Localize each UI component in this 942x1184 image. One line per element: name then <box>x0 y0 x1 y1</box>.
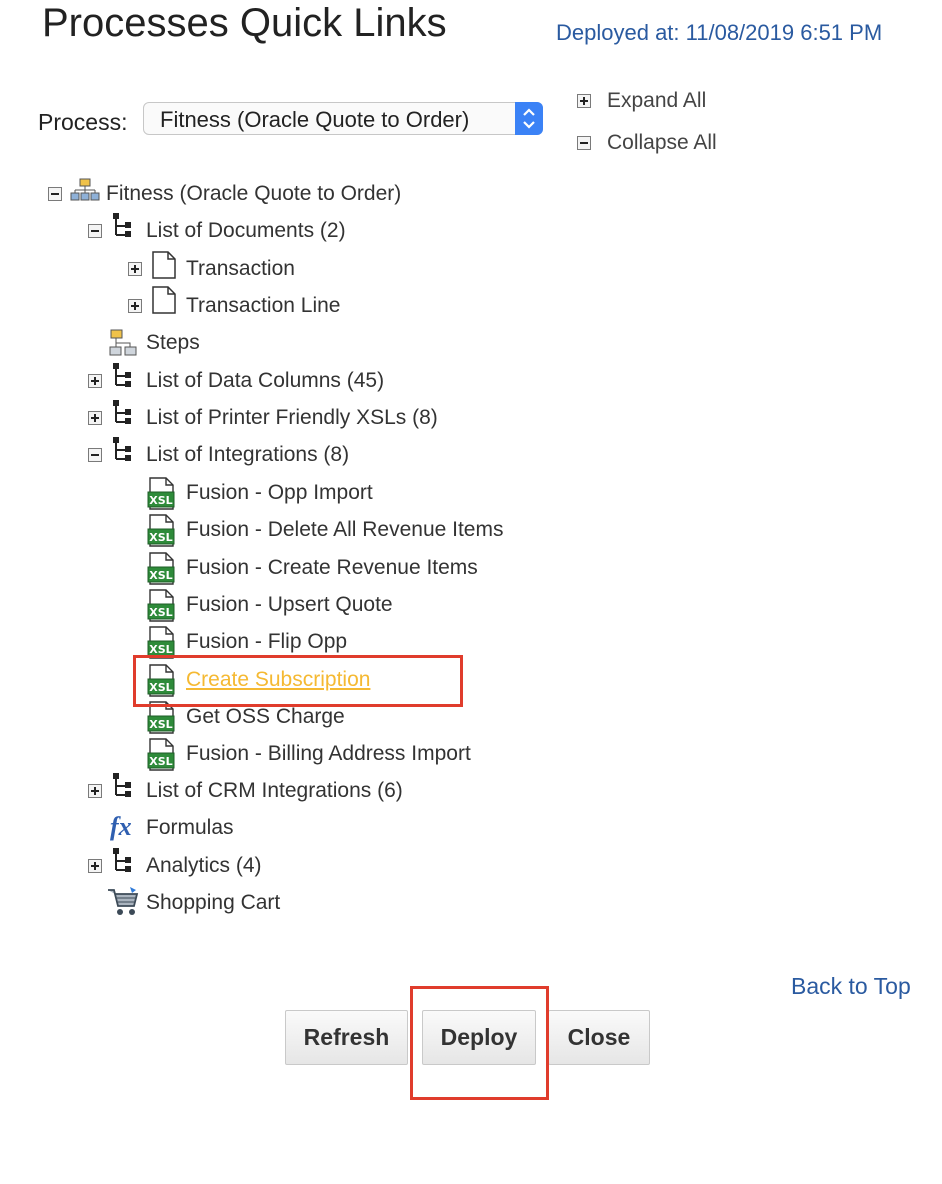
tree-formulas-label[interactable]: Formulas <box>146 815 234 841</box>
xsl-icon-label: XSL <box>149 606 172 619</box>
data-columns-toggle[interactable] <box>88 374 102 388</box>
back-to-top-link[interactable]: Back to Top <box>791 973 911 1000</box>
xsl-icon-label: XSL <box>149 755 172 768</box>
integration-item[interactable]: Get OSS Charge <box>186 704 345 730</box>
process-label: Process: <box>38 109 128 135</box>
page-title: Processes Quick Links <box>42 1 447 45</box>
expand-all-icon[interactable] <box>577 94 591 108</box>
xsl-icon-label: XSL <box>149 531 172 544</box>
collapse-all-icon[interactable] <box>577 136 591 150</box>
process-tree-icon <box>70 178 100 201</box>
integration-item[interactable]: Fusion - Billing Address Import <box>186 741 471 767</box>
collapse-all-link[interactable]: Collapse All <box>607 131 717 155</box>
deployed-timestamp: Deployed at: 11/08/2019 6:51 PM <box>556 20 883 45</box>
integration-item[interactable]: Fusion - Opp Import <box>186 480 373 506</box>
list-tree-icon <box>113 773 131 797</box>
integration-item[interactable]: Fusion - Delete All Revenue Items <box>186 517 503 543</box>
collapse-root-toggle[interactable] <box>48 187 62 201</box>
highlight-create-subscription-box <box>133 655 463 707</box>
xsl-file-icon: XSL <box>147 552 175 585</box>
tree-analytics-label[interactable]: Analytics (4) <box>146 853 262 879</box>
crm-integrations-toggle[interactable] <box>88 784 102 798</box>
list-tree-icon <box>113 437 131 461</box>
transaction-line-toggle[interactable] <box>128 299 142 313</box>
tree-data-columns-label[interactable]: List of Data Columns (45) <box>146 368 384 394</box>
expand-all-link[interactable]: Expand All <box>607 89 706 113</box>
tree-transaction-label[interactable]: Transaction <box>186 256 295 282</box>
xsl-file-icon: XSL <box>147 589 175 622</box>
documents-toggle[interactable] <box>88 224 102 238</box>
analytics-toggle[interactable] <box>88 859 102 873</box>
highlight-deploy-box <box>410 986 549 1100</box>
xsl-icon-label: XSL <box>149 494 172 507</box>
document-icon <box>152 286 176 314</box>
integration-item[interactable]: Fusion - Flip Opp <box>186 629 347 655</box>
printer-xsls-toggle[interactable] <box>88 411 102 425</box>
shopping-cart-icon <box>108 887 139 915</box>
process-select[interactable]: Fitness (Oracle Quote to Order) <box>143 102 543 135</box>
xsl-file-icon: XSL <box>147 738 175 771</box>
document-icon <box>152 251 176 279</box>
tree-transaction-line-label[interactable]: Transaction Line <box>186 293 340 319</box>
transaction-toggle[interactable] <box>128 262 142 276</box>
list-tree-icon <box>113 848 131 872</box>
xsl-file-icon: XSL <box>147 514 175 547</box>
list-tree-icon <box>113 213 131 237</box>
close-button[interactable]: Close <box>548 1010 650 1065</box>
integration-item[interactable]: Fusion - Create Revenue Items <box>186 555 478 581</box>
tree-shopping-cart-label[interactable]: Shopping Cart <box>146 890 280 916</box>
tree-integrations-label[interactable]: List of Integrations (8) <box>146 442 349 468</box>
tree-documents-label[interactable]: List of Documents (2) <box>146 218 346 244</box>
xsl-file-icon: XSL <box>147 477 175 510</box>
list-tree-icon <box>113 363 131 387</box>
steps-icon <box>109 329 137 356</box>
refresh-button[interactable]: Refresh <box>285 1010 408 1065</box>
integration-item[interactable]: Fusion - Upsert Quote <box>186 592 393 618</box>
tree-steps-label[interactable]: Steps <box>146 330 200 356</box>
tree-crm-integrations-label[interactable]: List of CRM Integrations (6) <box>146 778 403 804</box>
formula-icon: fx <box>110 812 132 841</box>
xsl-icon-label: XSL <box>149 569 172 582</box>
tree-printer-xsls-label[interactable]: List of Printer Friendly XSLs (8) <box>146 405 438 431</box>
tree-root-label[interactable]: Fitness (Oracle Quote to Order) <box>106 181 401 207</box>
process-select-value: Fitness (Oracle Quote to Order) <box>160 107 470 132</box>
integrations-toggle[interactable] <box>88 448 102 462</box>
select-arrows-icon <box>515 102 543 135</box>
xsl-icon-label: XSL <box>149 718 172 731</box>
list-tree-icon <box>113 400 131 424</box>
